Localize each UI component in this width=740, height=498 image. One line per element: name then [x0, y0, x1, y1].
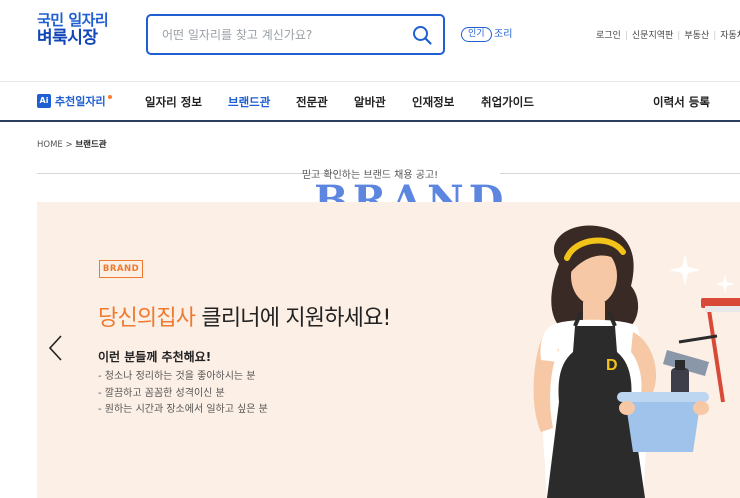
list-item: - 청소나 정리하는 것을 좋아하시는 분: [98, 371, 256, 382]
nav-job-info[interactable]: 일자리 정보: [145, 94, 202, 110]
nav-career-guide[interactable]: 취업가이드: [481, 94, 534, 110]
banner-headline: 당신의집사 클리너에 지원하세요!: [98, 300, 391, 332]
search-input[interactable]: [162, 25, 402, 45]
nav-ai-label: 추천일자리: [55, 95, 106, 108]
nav-brand[interactable]: 브랜드관: [228, 94, 270, 110]
divider: |: [677, 31, 681, 41]
brand-badge: BRAND: [99, 260, 143, 278]
recommend-title: 이런 분들께 추천해요!: [98, 350, 212, 364]
popular-keyword[interactable]: 조리: [494, 27, 512, 42]
search-icon[interactable]: [411, 24, 433, 46]
new-dot-icon: [107, 94, 112, 99]
logo-line2: 벼룩시장: [37, 27, 98, 48]
company-name: 당신의집사: [98, 306, 196, 331]
list-item: - 깔끔하고 꼼꼼한 성격이신 분: [98, 387, 225, 399]
breadcrumb-separator: >: [65, 140, 73, 150]
headline-rest: 클리너에 지원하세요!: [195, 306, 391, 331]
logo-line1: 국민 일자리: [37, 11, 109, 29]
nav-underline: [0, 120, 740, 122]
ai-icon: Ai: [37, 94, 51, 108]
chevron-left-icon[interactable]: [45, 333, 67, 363]
breadcrumb-current: 브랜드관: [75, 140, 107, 150]
recommend-list: - 청소나 정리하는 것을 좋아하시는 분 - 깔끔하고 꼼꼼한 성격이신 분 …: [98, 369, 268, 419]
site-logo[interactable]: 국민 일자리 벼룩시장: [37, 11, 109, 48]
util-links: 로그인|신문지역판|부동산|자동차: [596, 28, 740, 41]
apron-letter: D: [606, 357, 618, 374]
nav-professional[interactable]: 전문관: [296, 94, 328, 110]
resume-register-link[interactable]: 이력서 등록: [653, 94, 710, 110]
main-nav: Ai 추천일자리 일자리 정보 브랜드관 전문관 알바관 인재정보 취업가이드 …: [0, 82, 740, 120]
brand-banner[interactable]: BRAND 당신의집사 클리너에 지원하세요! 이런 분들께 추천해요! - 청…: [37, 202, 740, 498]
breadcrumb: HOME > 브랜드관: [37, 138, 107, 150]
nav-parttime[interactable]: 알바관: [354, 94, 386, 110]
list-item: - 원하는 시간과 장소에서 일하고 싶은 분: [98, 404, 268, 415]
nav-talent[interactable]: 인재정보: [412, 94, 454, 110]
divider: |: [713, 31, 717, 41]
real-estate-link[interactable]: 부동산: [684, 28, 709, 41]
breadcrumb-home[interactable]: HOME: [37, 140, 63, 150]
car-link[interactable]: 자동차: [720, 28, 740, 41]
popular-badge: 인기: [461, 27, 492, 42]
login-link[interactable]: 로그인: [596, 28, 621, 41]
search-box: [146, 14, 445, 55]
cleaner-illustration: D: [533, 225, 740, 498]
nav-ai-recommend[interactable]: Ai 추천일자리: [37, 93, 112, 109]
newspaper-region-link[interactable]: 신문지역판: [632, 28, 673, 41]
divider: |: [624, 31, 628, 41]
